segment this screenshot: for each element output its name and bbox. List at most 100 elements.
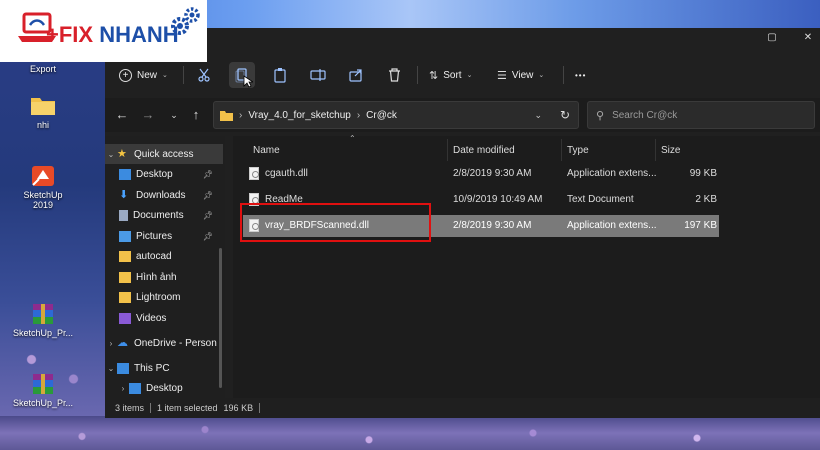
column-header-date[interactable]: Date modified	[447, 139, 561, 161]
video-icon	[119, 312, 131, 324]
desktop-icon-nhi[interactable]: nhi	[8, 94, 78, 130]
sidebar-item-onedrive[interactable]: › ☁ OneDrive - Person	[105, 333, 223, 353]
cut-button[interactable]	[191, 62, 217, 88]
column-header-label: Type	[567, 144, 589, 156]
chevron-right-icon[interactable]: ›	[117, 384, 129, 393]
maximize-icon[interactable]: ▢	[765, 32, 779, 46]
breadcrumb-crack-folder[interactable]: Cr@ck	[366, 110, 397, 121]
document-icon	[119, 209, 128, 221]
desktop-icon-sketchup[interactable]: SketchUp 2019	[8, 164, 78, 210]
search-icon: ⚲	[596, 109, 605, 122]
status-divider	[259, 403, 261, 413]
desktop-icon-export[interactable]: Export	[8, 64, 78, 74]
sidebar-item-pictures[interactable]: Pictures 📌︎	[105, 226, 223, 246]
sidebar-item-autocad[interactable]: autocad	[105, 246, 223, 266]
column-header-size[interactable]: Size	[655, 139, 719, 161]
more-dots-icon: •••	[575, 70, 587, 80]
copy-button[interactable]	[229, 62, 255, 88]
file-type: Application extens...	[567, 220, 657, 231]
view-button[interactable]: ☰ View ⌄	[497, 62, 544, 88]
sidebar-item-label: OneDrive - Person	[134, 337, 217, 349]
file-list: Name ⌃ Date modified Type Size cgauth.dl…	[233, 134, 820, 398]
status-bar: 3 items 1 item selected 196 KB	[105, 398, 820, 418]
sidebar-scrollbar[interactable]	[219, 248, 222, 388]
chevron-down-icon: ⌄	[466, 72, 473, 79]
sidebar-item-documents[interactable]: Documents 📌︎	[105, 205, 223, 225]
desktop-icon-label: SketchUp_Pr...	[12, 328, 74, 338]
paste-button[interactable]	[267, 62, 293, 88]
sidebar-item-label: Documents	[133, 209, 184, 221]
folder-icon	[119, 291, 131, 303]
gears-icon	[171, 7, 200, 35]
table-row[interactable]: cgauth.dll 2/8/2019 9:30 AM Application …	[243, 163, 719, 185]
chevron-down-icon: ⌄	[162, 72, 168, 79]
chevron-down-icon[interactable]: ⌄	[105, 364, 117, 373]
folder-icon	[30, 94, 56, 118]
recent-locations-chevron-icon[interactable]: ⌄	[165, 106, 183, 124]
chevron-down-icon[interactable]: ⌄	[105, 150, 117, 159]
sidebar-item-label: Downloads	[136, 189, 186, 201]
sort-ascending-icon: ⌃	[349, 134, 356, 143]
sidebar-item-label: Videos	[136, 312, 167, 324]
address-dropdown-icon[interactable]: ⌄	[534, 110, 542, 121]
cloud-icon: ☁	[117, 336, 128, 349]
file-date: 2/8/2019 9:30 AM	[453, 168, 532, 179]
view-label: View	[511, 69, 534, 81]
file-size: 99 KB	[689, 168, 717, 179]
rename-button[interactable]	[305, 62, 331, 88]
breadcrumb-separator-icon: ›	[239, 109, 243, 121]
file-date: 10/9/2019 10:49 AM	[453, 194, 543, 205]
logo-text-nhanh: NHANH	[99, 22, 179, 47]
sidebar-item-label: This PC	[134, 362, 170, 374]
chevron-down-icon: ⌄	[538, 72, 545, 79]
pin-icon: 📌︎	[202, 169, 213, 179]
sidebar-item-lightroom[interactable]: Lightroom	[105, 287, 223, 307]
sidebar-item-label: autocad	[136, 250, 172, 262]
desktop-icon-label: Export	[29, 64, 56, 74]
close-icon[interactable]: ✕	[801, 32, 815, 46]
winrar-icon	[30, 372, 56, 396]
desktop-icon-label: SketchUp 2019	[23, 190, 63, 210]
sidebar-item-this-pc[interactable]: ⌄ This PC	[105, 358, 223, 378]
desktop-icon-label: nhi	[36, 120, 49, 130]
sidebar-item-hinh-anh[interactable]: Hình ảnh	[105, 267, 223, 287]
search-box[interactable]: ⚲	[587, 101, 815, 129]
sidebar-item-quick-access[interactable]: ⌄ ★ Quick access	[105, 144, 223, 164]
breadcrumb-separator-icon: ›	[356, 109, 361, 121]
delete-button[interactable]	[381, 62, 407, 88]
sidebar-item-videos[interactable]: Videos	[105, 308, 223, 328]
address-bar[interactable]: › Vray_4.0_for_sketchup › Cr@ck ⌄ ↻	[213, 101, 579, 129]
file-explorer-window: ▢ ✕ + New ⌄ ⇅ Sort ⌄ ☰ View ⌄ ••• ← → ⌄ …	[105, 28, 820, 418]
mouse-cursor-icon	[243, 75, 253, 88]
sidebar-item-desktop[interactable]: Desktop 📌︎	[105, 164, 223, 184]
desktop-icon-rar-2[interactable]: SketchUp_Pr...	[8, 372, 78, 408]
search-input[interactable]	[612, 109, 793, 121]
sort-label: Sort	[443, 69, 462, 81]
sidebar-item-label: Lightroom	[136, 291, 181, 303]
column-header-type[interactable]: Type	[561, 139, 655, 161]
sidebar-item-pc-desktop[interactable]: › Desktop	[105, 378, 223, 398]
sidebar-item-downloads[interactable]: ⬇ Downloads 📌︎	[105, 185, 223, 205]
desktop-icon-label: SketchUp_Pr...	[12, 398, 74, 408]
sort-button[interactable]: ⇅ Sort ⌄	[429, 62, 472, 88]
up-arrow-icon[interactable]: ↑	[187, 106, 205, 124]
column-header-name[interactable]: Name	[247, 139, 447, 161]
desktop-icon-rar-1[interactable]: SketchUp_Pr...	[8, 302, 78, 338]
sort-icon: ⇅	[429, 69, 439, 82]
paste-icon	[274, 68, 286, 83]
refresh-icon[interactable]: ↻	[560, 108, 570, 122]
file-size: 2 KB	[695, 194, 717, 205]
scissors-icon	[198, 68, 210, 82]
more-options-button[interactable]: •••	[575, 62, 586, 88]
status-divider	[150, 403, 152, 413]
share-button[interactable]	[343, 62, 369, 88]
chevron-right-icon[interactable]: ›	[105, 339, 117, 348]
new-button[interactable]: + New ⌄	[119, 62, 168, 88]
rename-icon	[310, 69, 326, 81]
breadcrumb-vray-folder[interactable]: Vray_4.0_for_sketchup	[248, 110, 350, 121]
new-label: New	[137, 69, 158, 81]
forward-arrow-icon[interactable]: →	[139, 106, 157, 124]
file-type: Application extens...	[567, 168, 657, 179]
back-arrow-icon[interactable]: ←	[113, 106, 131, 124]
star-icon: ★	[117, 147, 127, 160]
